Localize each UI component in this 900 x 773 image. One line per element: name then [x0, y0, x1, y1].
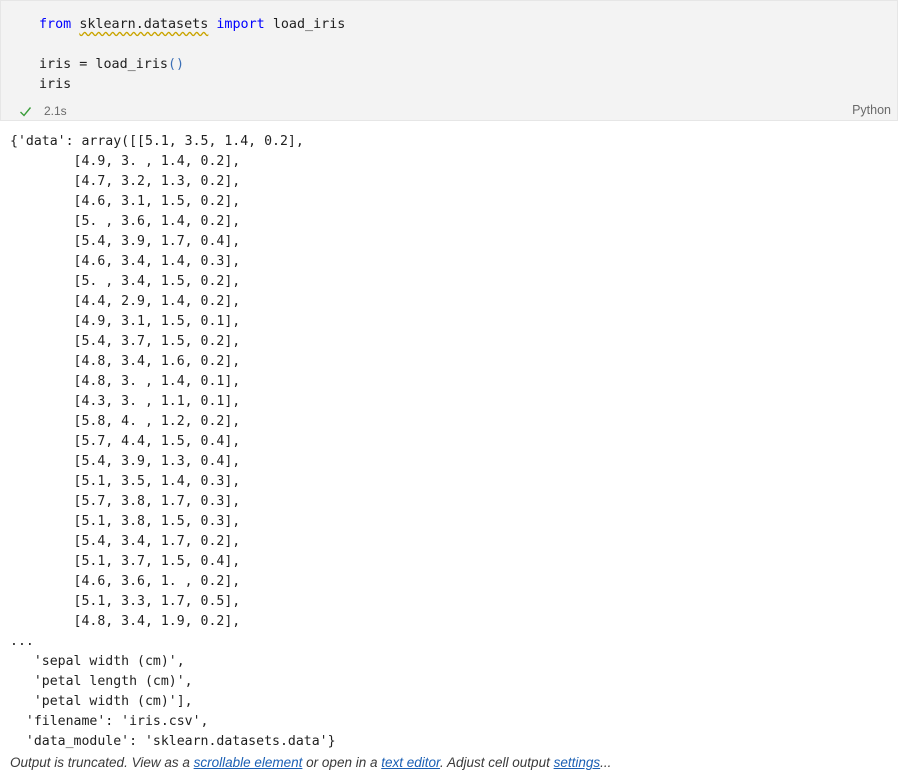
notice-text-prefix: Output is truncated. View as a	[10, 755, 194, 770]
output-line: [5.4, 3.9, 1.3, 0.4],	[10, 454, 241, 469]
code-line-assign[interactable]: iris = load_iris()	[39, 55, 184, 75]
output-line: [4.8, 3. , 1.4, 0.1],	[10, 374, 241, 389]
cell-language-picker[interactable]: Python	[852, 103, 891, 117]
output-line: [4.9, 3.1, 1.5, 0.1],	[10, 314, 241, 329]
output-line: [5. , 3.4, 1.5, 0.2],	[10, 274, 241, 289]
output-expression: iris	[39, 77, 72, 92]
assign-expression: iris = load_iris	[39, 57, 168, 72]
output-line: [5.4, 3.4, 1.7, 0.2],	[10, 534, 241, 549]
output-line: 'petal length (cm)',	[10, 674, 193, 689]
output-line: [4.6, 3.4, 1.4, 0.3],	[10, 254, 241, 269]
output-line: 'sepal width (cm)',	[10, 654, 185, 669]
execution-time: 2.1s	[44, 104, 67, 118]
keyword-from: from	[39, 17, 72, 32]
code-cell-input[interactable]: from sklearn.datasets import load_iris i…	[0, 0, 898, 121]
output-line: [4.4, 2.9, 1.4, 0.2],	[10, 294, 241, 309]
output-line: [4.6, 3.1, 1.5, 0.2],	[10, 194, 241, 209]
imported-name: load_iris	[272, 17, 346, 32]
scrollable-element-link[interactable]: scrollable element	[194, 755, 303, 770]
text-editor-link[interactable]: text editor	[381, 755, 440, 770]
output-line: [4.7, 3.2, 1.3, 0.2],	[10, 174, 241, 189]
call-parens: ()	[168, 57, 185, 72]
output-line: [4.6, 3.6, 1. , 0.2],	[10, 574, 241, 589]
output-line: [5.1, 3.7, 1.5, 0.4],	[10, 554, 241, 569]
code-line-output-expr[interactable]: iris	[39, 75, 71, 95]
output-line: ...	[10, 634, 34, 649]
output-truncated-notice: Output is truncated. View as a scrollabl…	[10, 755, 611, 770]
output-line: [5.7, 3.8, 1.7, 0.3],	[10, 494, 241, 509]
notice-text-middle: or open in a	[302, 755, 382, 770]
module-name: sklearn.datasets	[79, 17, 209, 32]
notice-text-suffix: ...	[600, 755, 612, 770]
output-line: [4.3, 3. , 1.1, 0.1],	[10, 394, 241, 409]
output-line: [5.1, 3.5, 1.4, 0.3],	[10, 474, 241, 489]
output-line: [5.1, 3.8, 1.5, 0.3],	[10, 514, 241, 529]
output-line: [5.1, 3.3, 1.7, 0.5],	[10, 594, 241, 609]
output-line: [5. , 3.6, 1.4, 0.2],	[10, 214, 241, 229]
output-line: [4.9, 3. , 1.4, 0.2],	[10, 154, 241, 169]
execution-status: 2.1s	[19, 101, 67, 121]
output-line: {'data': array([[5.1, 3.5, 1.4, 0.2],	[10, 134, 304, 149]
output-line: [4.8, 3.4, 1.6, 0.2],	[10, 354, 241, 369]
output-line: [5.8, 4. , 1.2, 0.2],	[10, 414, 241, 429]
keyword-import: import	[216, 17, 265, 32]
code-line-import[interactable]: from sklearn.datasets import load_iris	[39, 15, 345, 35]
cell-output: {'data': array([[5.1, 3.5, 1.4, 0.2], [4…	[10, 132, 336, 752]
output-line: [5.7, 4.4, 1.5, 0.4],	[10, 434, 241, 449]
notice-text-after: . Adjust cell output	[440, 755, 554, 770]
check-icon	[19, 105, 32, 118]
output-line: [5.4, 3.9, 1.7, 0.4],	[10, 234, 241, 249]
output-line: [4.8, 3.4, 1.9, 0.2],	[10, 614, 241, 629]
output-line: [5.4, 3.7, 1.5, 0.2],	[10, 334, 241, 349]
output-line: 'filename': 'iris.csv',	[10, 714, 209, 729]
output-line: 'petal width (cm)'],	[10, 694, 193, 709]
output-line: 'data_module': 'sklearn.datasets.data'}	[10, 734, 336, 749]
settings-link[interactable]: settings	[554, 755, 601, 770]
